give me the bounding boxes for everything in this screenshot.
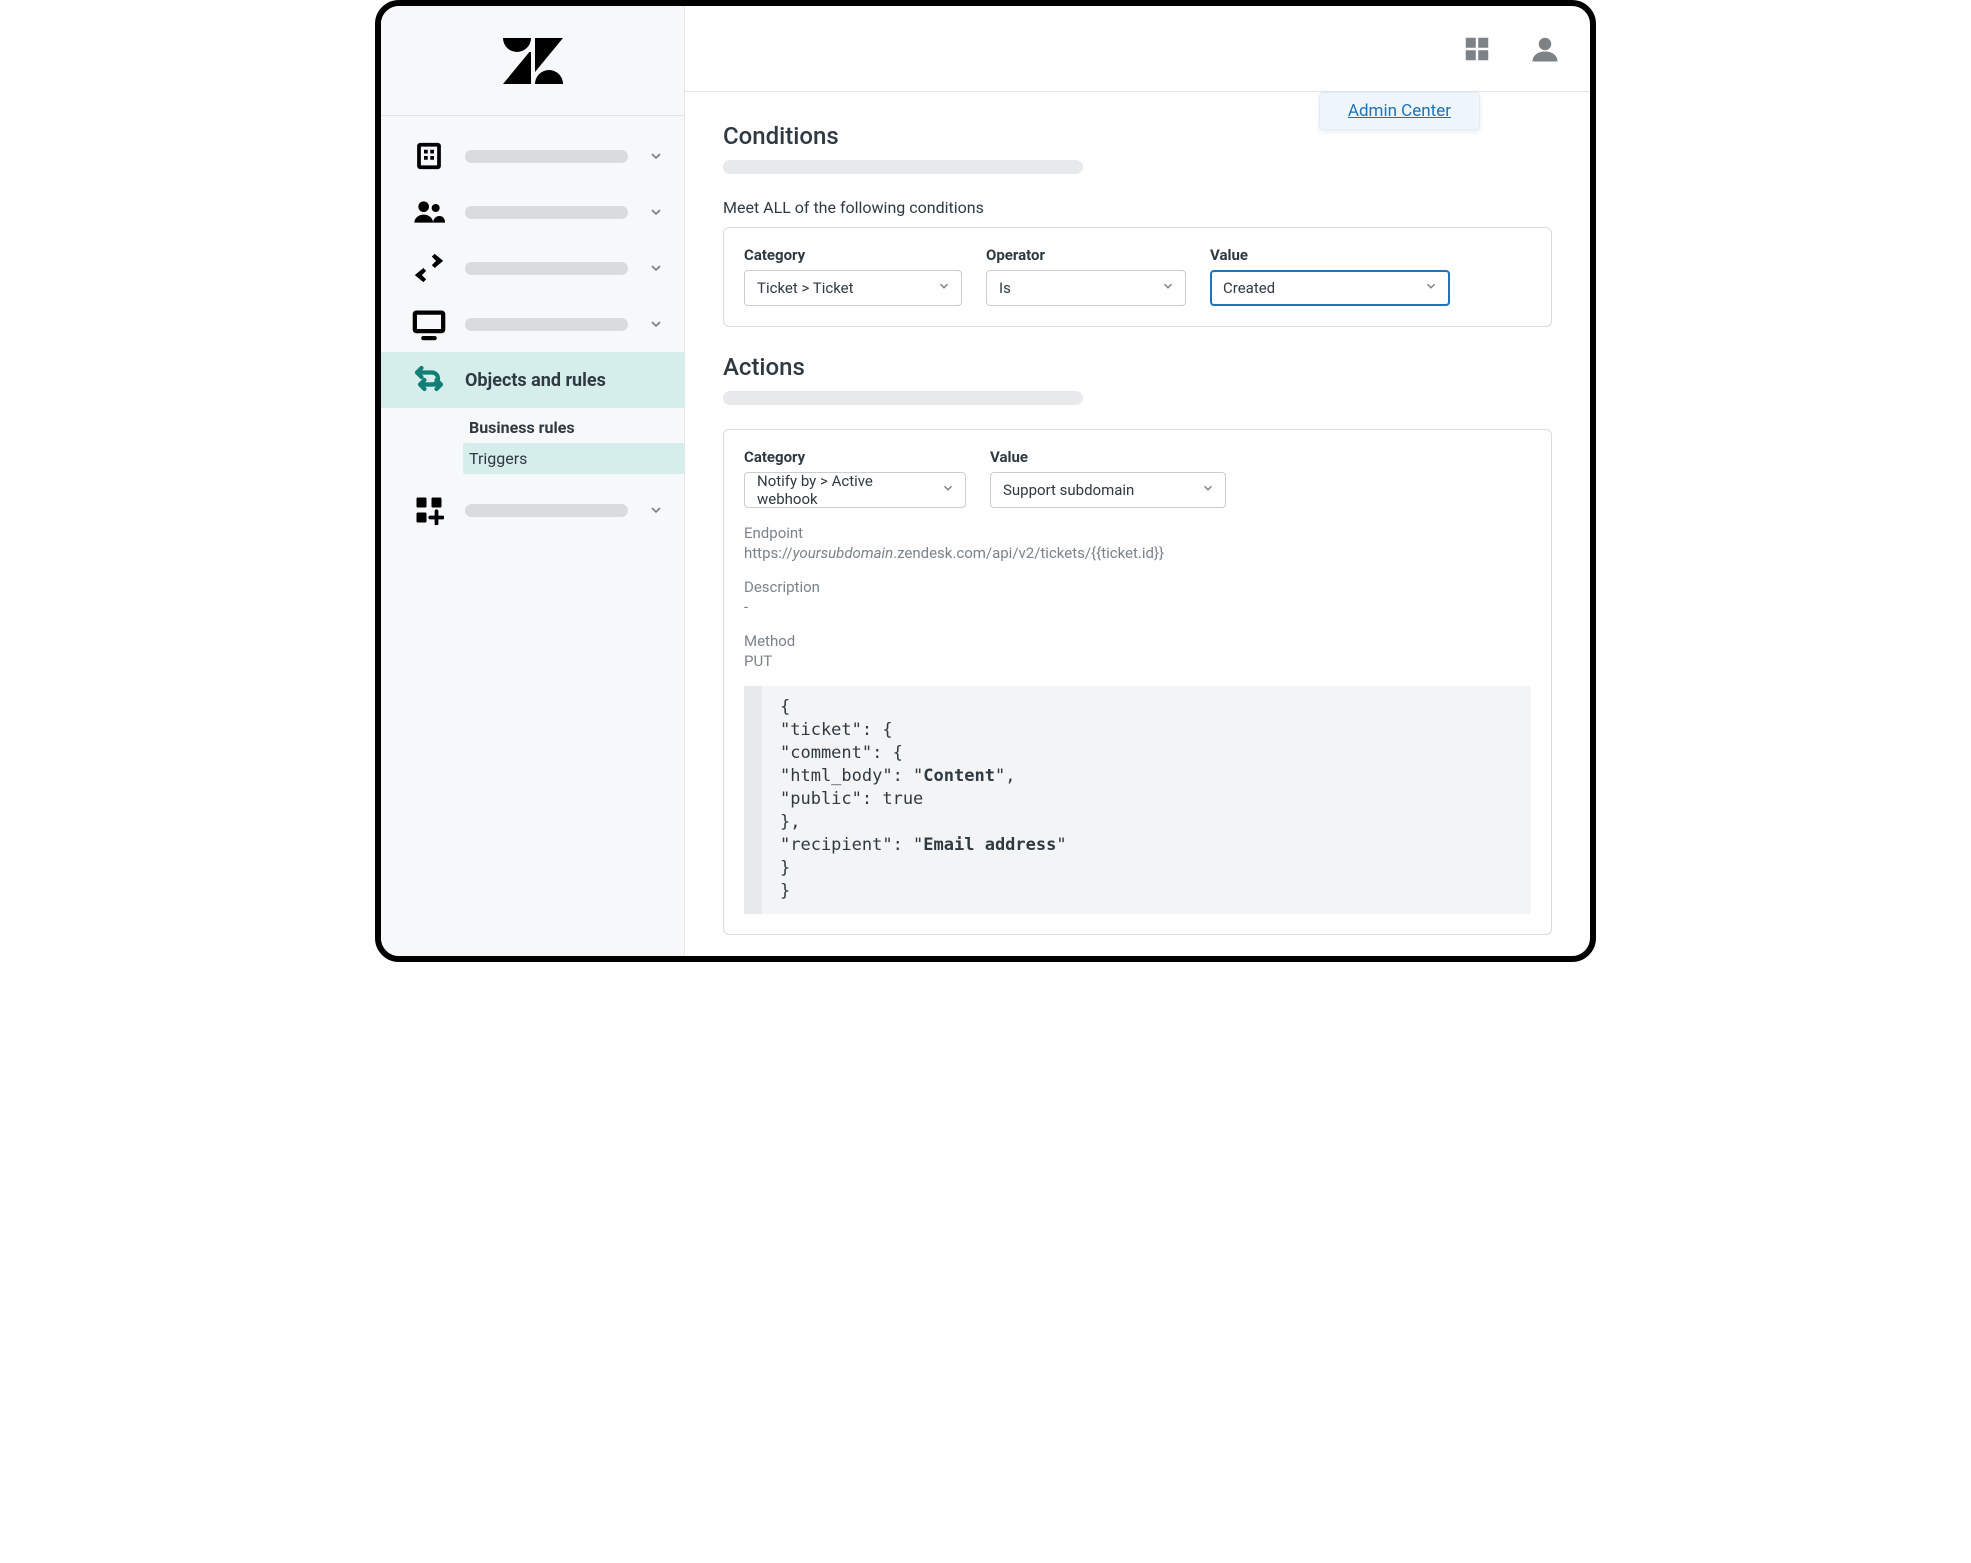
admin-center-link[interactable]: Admin Center bbox=[1348, 101, 1451, 121]
nav-placeholder bbox=[465, 262, 628, 275]
method-value: PUT bbox=[744, 652, 1531, 670]
subnav-heading: Business rules bbox=[469, 412, 684, 443]
select-value: Is bbox=[999, 279, 1011, 297]
sidebar-item-people[interactable] bbox=[381, 184, 684, 240]
action-category-select[interactable]: Notify by > Active webhook bbox=[744, 472, 966, 508]
apps-grid-icon[interactable] bbox=[1460, 32, 1494, 66]
select-value: Notify by > Active webhook bbox=[757, 472, 933, 508]
actions-card: Category Notify by > Active webhook Valu… bbox=[723, 429, 1552, 935]
chevron-down-icon bbox=[1201, 481, 1215, 499]
apps-add-icon bbox=[411, 492, 447, 528]
condition-value-label: Value bbox=[1210, 246, 1450, 264]
nav-placeholder bbox=[465, 504, 628, 517]
actions-description-placeholder bbox=[723, 391, 1083, 405]
sidebar: Objects and rules Business rules Trigger… bbox=[381, 6, 685, 956]
people-icon bbox=[411, 194, 447, 230]
action-value-label: Value bbox=[990, 448, 1226, 466]
sidebar-item-account[interactable] bbox=[381, 128, 684, 184]
sidebar-subnav: Business rules Triggers bbox=[381, 408, 684, 482]
endpoint-value: https://yoursubdomain.zendesk.com/api/v2… bbox=[744, 544, 1531, 562]
condition-category-label: Category bbox=[744, 246, 962, 264]
condition-operator-label: Operator bbox=[986, 246, 1186, 264]
conditions-description-placeholder bbox=[723, 160, 1083, 174]
monitor-icon bbox=[411, 306, 447, 342]
user-avatar-icon[interactable] bbox=[1528, 32, 1562, 66]
arrows-horizontal-icon bbox=[411, 250, 447, 286]
chevron-down-icon bbox=[941, 481, 955, 499]
action-value-select[interactable]: Support subdomain bbox=[990, 472, 1226, 508]
subnav-item-triggers[interactable]: Triggers bbox=[463, 443, 684, 474]
conditions-subhead: Meet ALL of the following conditions bbox=[723, 198, 1552, 217]
chevron-down-icon bbox=[646, 314, 666, 334]
zendesk-logo-icon bbox=[503, 38, 563, 84]
sidebar-item-workspaces[interactable] bbox=[381, 296, 684, 352]
sidebar-item-channels[interactable] bbox=[381, 240, 684, 296]
action-category-label: Category bbox=[744, 448, 966, 466]
actions-title: Actions bbox=[723, 353, 1552, 381]
app-frame: Objects and rules Business rules Trigger… bbox=[375, 0, 1596, 962]
logo-row bbox=[381, 6, 684, 116]
nav-placeholder bbox=[465, 318, 628, 331]
sidebar-nav: Objects and rules Business rules Trigger… bbox=[381, 116, 684, 538]
sidebar-item-label: Objects and rules bbox=[465, 370, 666, 391]
chevron-down-icon bbox=[646, 500, 666, 520]
chevron-down-icon bbox=[1424, 279, 1438, 297]
condition-operator-select[interactable]: Is bbox=[986, 270, 1186, 306]
conditions-card: Category Ticket > Ticket Operator Is bbox=[723, 227, 1552, 327]
building-icon bbox=[411, 138, 447, 174]
workflow-icon bbox=[411, 362, 447, 398]
json-body-code: { "ticket": { "comment": { "html_body": … bbox=[744, 686, 1531, 914]
chevron-down-icon bbox=[646, 146, 666, 166]
sidebar-item-objects-and-rules[interactable]: Objects and rules bbox=[381, 352, 684, 408]
condition-value-select[interactable]: Created bbox=[1210, 270, 1450, 306]
select-value: Ticket > Ticket bbox=[757, 279, 854, 297]
select-value: Created bbox=[1223, 279, 1275, 297]
admin-center-tooltip: Admin Center bbox=[1319, 92, 1480, 130]
chevron-down-icon bbox=[646, 202, 666, 222]
main: Admin Center Conditions Meet ALL of the … bbox=[685, 6, 1590, 956]
topbar bbox=[685, 6, 1590, 92]
method-label: Method bbox=[744, 632, 1531, 650]
sidebar-item-apps[interactable] bbox=[381, 482, 684, 538]
chevron-down-icon bbox=[1161, 279, 1175, 297]
chevron-down-icon bbox=[646, 258, 666, 278]
chevron-down-icon bbox=[937, 279, 951, 297]
nav-placeholder bbox=[465, 206, 628, 219]
select-value: Support subdomain bbox=[1003, 481, 1134, 499]
content: Conditions Meet ALL of the following con… bbox=[685, 92, 1590, 956]
nav-placeholder bbox=[465, 150, 628, 163]
description-value: - bbox=[744, 598, 1531, 616]
endpoint-label: Endpoint bbox=[744, 524, 1531, 542]
condition-category-select[interactable]: Ticket > Ticket bbox=[744, 270, 962, 306]
description-label: Description bbox=[744, 578, 1531, 596]
